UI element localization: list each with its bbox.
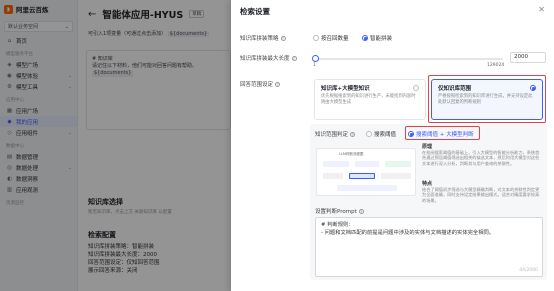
diagram-box (323, 161, 349, 167)
slider-max-label: 129024 (487, 63, 505, 68)
highlight-box-scope (428, 75, 546, 123)
llm-judge-diagram: LLM判断流程图 (316, 148, 416, 196)
retrieval-settings-drawer: 检索设置 ✕ 知识库拼装策略 ? 按召回数量 智能拼装 知识库拼装最大长度 ? … (231, 0, 554, 291)
diagram-box (349, 173, 375, 179)
maxlen-input[interactable]: 2000 (510, 52, 546, 63)
judge-label-text: 知识范围判定 (315, 132, 349, 138)
slider-min-label: 1 (313, 63, 316, 68)
maxlen-label-text: 知识库拼装最大长度 (240, 56, 290, 62)
radio-icon (413, 85, 419, 91)
diagram-box (323, 173, 343, 179)
diagram-caption: LLM判断流程图 (339, 152, 364, 156)
char-counter: 44/2000 (519, 267, 538, 273)
strategy-option-label: 按召回数量 (321, 36, 349, 42)
diagram-box (355, 161, 379, 167)
principle-heading: 原理 (422, 144, 433, 150)
judge-prompt-textarea[interactable]: # 判断规则： - 问题和文档匹配的前提是问题中涉及的实体与文档描述的实体完全相… (315, 217, 543, 277)
drawer-title: 检索设置 (240, 7, 270, 16)
card-title: 知识库+大模型知识 (321, 86, 370, 92)
help-icon[interactable]: ? (350, 131, 356, 137)
radio-icon (313, 35, 319, 41)
strategy-label-text: 知识库拼装策略 (240, 36, 279, 42)
diagram-box (381, 173, 411, 179)
prompt-label-text: 设置判断Prompt (315, 209, 357, 215)
close-icon[interactable]: ✕ (538, 5, 545, 14)
scope-label-text: 回答范围设定 (240, 82, 274, 88)
scope-label: 回答范围设定 ? (240, 80, 281, 88)
judge-option-threshold[interactable]: 搜索阈值 (366, 130, 396, 138)
diagram-box (337, 185, 397, 191)
maxlen-label: 知识库拼装最大长度 ? (240, 54, 297, 62)
diagram-box (385, 161, 411, 167)
scope-card-kb-plus-llm[interactable]: 知识库+大模型知识 优先根据搜索到的知识进行生产，未能找到内容时则由大模型生成 (314, 79, 426, 120)
radio-icon (366, 131, 372, 137)
strategy-option-label: 智能拼装 (370, 36, 393, 42)
feature-text: 结合了阈值初步筛选与大模型精确判断，对文本的关联性判定更为全面准确，同时支持设定… (422, 187, 540, 203)
help-icon[interactable]: ? (358, 208, 364, 214)
card-description: 优先根据搜索到的知识进行生产，未能找到内容时则由大模型生成 (321, 94, 416, 105)
highlight-box-judge (405, 126, 480, 140)
strategy-label: 知识库拼装策略 ? (240, 34, 286, 42)
help-icon[interactable]: ? (280, 35, 286, 41)
strategy-option-recall[interactable]: 按召回数量 (313, 34, 349, 42)
maxlen-slider-handle[interactable] (312, 55, 319, 62)
prompt-line: # 判断规则： (321, 222, 354, 228)
help-icon[interactable]: ? (291, 55, 297, 61)
prompt-label: 设置判断Prompt ? (315, 207, 364, 215)
strategy-option-smart[interactable]: 智能拼装 (362, 34, 392, 42)
judge-option-label: 搜索阈值 (374, 132, 397, 138)
modal-overlay[interactable] (0, 0, 231, 291)
maxlen-slider-track[interactable] (313, 58, 503, 60)
judge-label: 知识范围判定 ? (315, 130, 356, 138)
radio-selected-icon (362, 35, 368, 41)
help-icon[interactable]: ? (275, 81, 281, 87)
feature-heading: 特点 (422, 181, 433, 187)
prompt-line: - 问题和文档匹配的前提是问题中涉及的实体与文档描述的实体完全相同。 (321, 229, 495, 236)
principle-text: 在检阅搜索阈值的基础上，引入大模型的智能分析能力，系统首先通过预设阈值筛选出相关… (422, 150, 540, 166)
